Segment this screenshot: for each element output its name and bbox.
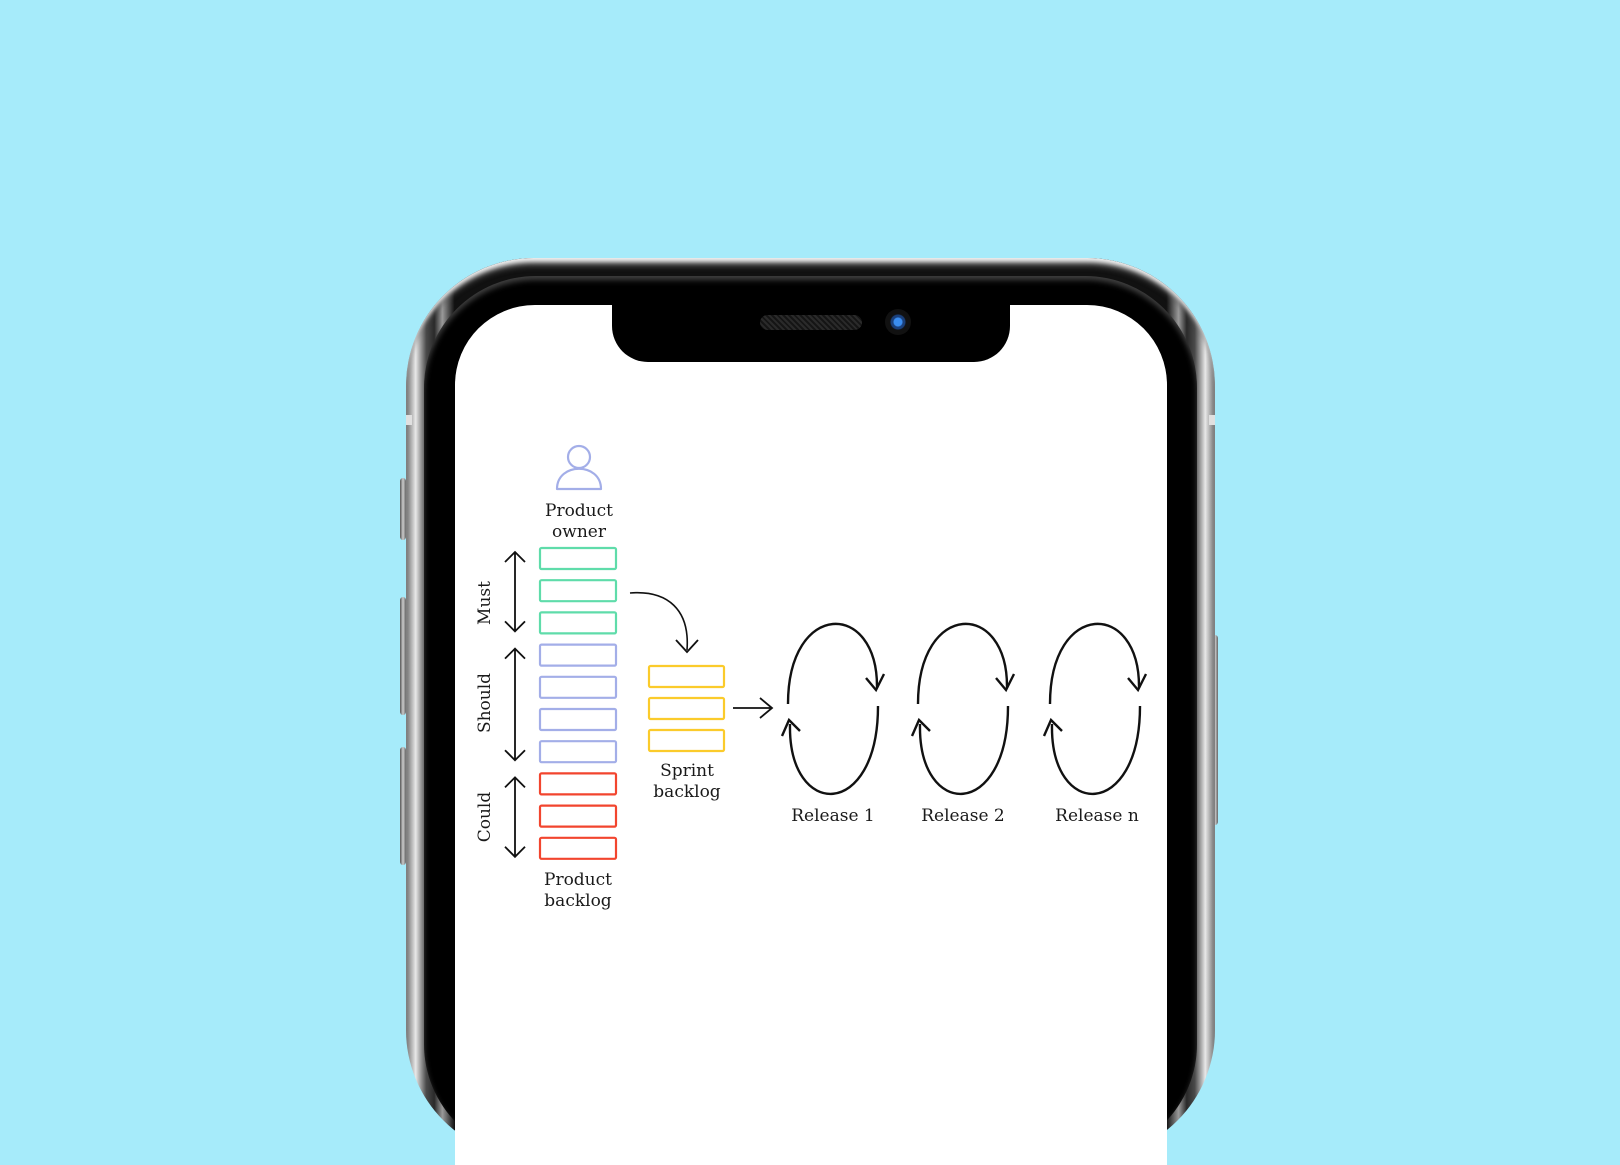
product-backlog-line2: backlog: [544, 891, 612, 911]
priority-label-should: Should: [475, 672, 495, 734]
release-cycles: [780, 622, 1148, 795]
backlog-item-should: [538, 643, 618, 667]
release-label-n: Release n: [1055, 806, 1139, 826]
sprint-backlog-item: [647, 728, 726, 753]
release-label-1: Release 1: [791, 806, 875, 826]
to-sprint-arrow: [629, 591, 689, 651]
bracket-arrow-must: [504, 550, 526, 633]
sprint-backlog-line1: Sprint: [660, 761, 714, 781]
priority-label-could: Could: [475, 791, 495, 843]
backlog-item-should: [538, 707, 618, 732]
product-owner-line2: owner: [552, 522, 606, 542]
backlog-item-could: [538, 772, 618, 796]
to-release-arrow: [733, 697, 774, 719]
cycle-arc-bottom: [918, 705, 1010, 795]
sprint-backlog-label: Sprint backlog: [637, 761, 737, 803]
cycle-arc-top: [786, 622, 879, 705]
sprint-backlog-line2: backlog: [653, 782, 721, 802]
backlog-item-must: [538, 546, 618, 571]
backlog-item-should: [538, 740, 618, 764]
product-backlog-items: [538, 546, 618, 860]
product-owner-label: Product owner: [529, 501, 629, 543]
cycle-arrowhead-right: [995, 673, 1016, 693]
backlog-item-should: [538, 675, 618, 699]
agile-diagram: [504, 444, 1148, 860]
backlog-item-could: [538, 804, 618, 828]
cycle-arc-top: [916, 622, 1009, 705]
sprint-backlog-items: [647, 664, 726, 753]
release-label-2: Release 2: [921, 806, 1005, 826]
backlog-item-could: [538, 836, 618, 860]
priority-brackets: [504, 550, 526, 859]
person-icon: [555, 444, 603, 491]
cycle-arc-bottom: [788, 705, 880, 795]
backlog-item-must: [538, 579, 618, 603]
product-owner-line1: Product: [545, 501, 613, 521]
sprint-backlog-item: [647, 664, 726, 689]
cycle-arc-bottom: [1050, 705, 1142, 795]
product-backlog-line1: Product: [544, 870, 612, 890]
bracket-arrow-could: [504, 776, 526, 859]
product-backlog-label: Product backlog: [528, 870, 628, 912]
backlog-item-must: [538, 611, 618, 635]
priority-label-must: Must: [475, 581, 495, 625]
cycle-arrowhead-right: [1127, 673, 1148, 693]
cycle-arrowhead-right: [865, 673, 886, 693]
sprint-backlog-item: [647, 696, 726, 721]
bracket-arrow-should: [504, 647, 526, 762]
cycle-arc-top: [1048, 622, 1141, 705]
